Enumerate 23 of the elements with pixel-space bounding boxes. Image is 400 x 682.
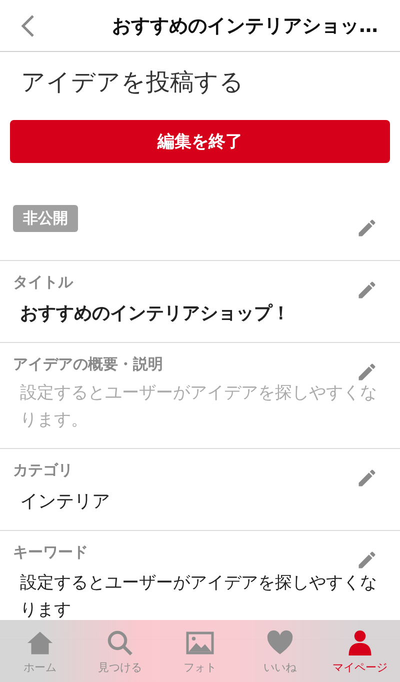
- finish-editing-button[interactable]: 編集を終了: [10, 120, 390, 163]
- field-value: 設定するとユーザーがアイデアを探しやすくなります: [20, 572, 378, 622]
- description-field[interactable]: 設定するとユーザーがアイデアを探しやすくなります。: [20, 380, 378, 434]
- tab[interactable]: 見つける: [80, 620, 160, 682]
- pencil-icon[interactable]: [356, 217, 378, 239]
- pencil-icon[interactable]: [356, 467, 378, 490]
- tab[interactable]: ホーム: [0, 620, 80, 682]
- field-label: タイトル: [13, 273, 73, 292]
- private-badge: 非公開: [13, 205, 78, 232]
- field-label: キーワード: [13, 543, 88, 562]
- field-label: カテゴリ: [13, 461, 73, 480]
- pencil-icon[interactable]: [356, 279, 378, 301]
- field-value: インテリア: [20, 490, 111, 514]
- tab[interactable]: マイページ: [320, 620, 400, 682]
- tab[interactable]: フォト: [160, 620, 240, 682]
- header-title: おすすめのインテリアショッ…: [112, 14, 378, 38]
- page-title: アイデアを投稿する: [20, 67, 245, 98]
- field-label: アイデアの概要・説明: [13, 354, 163, 374]
- pencil-icon[interactable]: [356, 549, 378, 572]
- back-icon[interactable]: [20, 14, 36, 38]
- field-value: おすすめのインテリアショップ！: [20, 302, 291, 326]
- tab[interactable]: いいね: [240, 620, 320, 682]
- pencil-icon[interactable]: [356, 360, 378, 383]
